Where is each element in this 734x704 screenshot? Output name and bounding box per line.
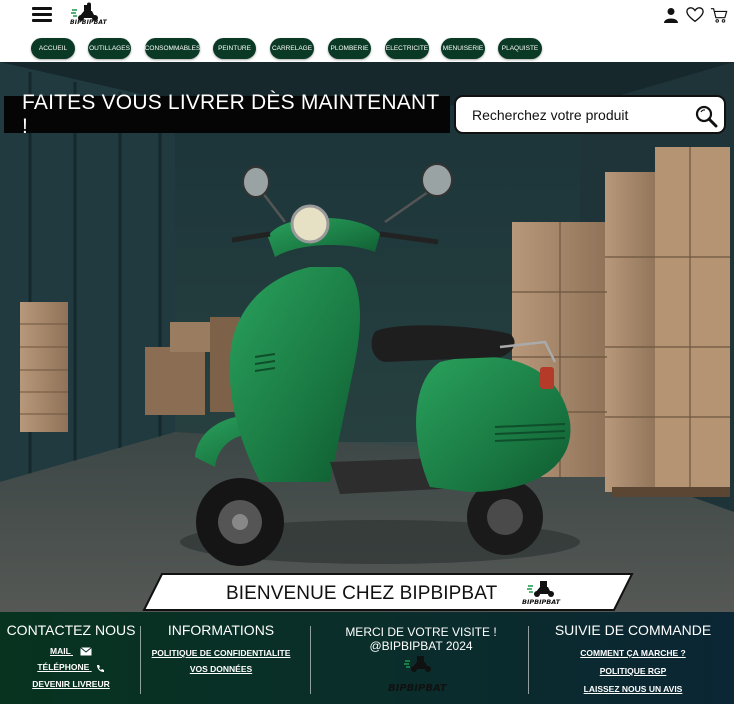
footer-informations: INFORMATIONS POLITIQUE DE CONFIDENTIALIT… [146, 622, 296, 674]
mail-icon [80, 647, 92, 656]
footer-link-avis[interactable]: LAISSEZ NOUS UN AVIS [534, 684, 732, 694]
footer-link-devenir-livreur[interactable]: DEVENIR LIVREUR [4, 679, 138, 689]
footer-message: MERCI DE VOTRE VISITE ! @BIPBIPBAT 2024 … [316, 625, 526, 694]
nav-pill-accueil[interactable]: ACCUEIL [31, 38, 75, 59]
header: BIPBIPBAT ACCUEIL OUTILLAGES CONSOMMABLE… [0, 0, 734, 62]
footer-contact: CONTACTEZ NOUS MAIL TÉLÉPHONE DEVENIR LI… [4, 622, 138, 689]
footer-link-mail[interactable]: MAIL [4, 646, 138, 656]
footer-divider [310, 626, 311, 694]
footer-divider [528, 626, 529, 694]
hamburger-icon[interactable] [32, 7, 52, 23]
footer-link-vos-donnees[interactable]: VOS DONNÉES [146, 664, 296, 674]
footer-logo-icon [404, 656, 431, 672]
header-icons [662, 6, 728, 24]
heart-icon[interactable] [686, 6, 704, 24]
footer-suivi: SUIVIE DE COMMANDE COMMENT ÇA MARCHE ? P… [534, 622, 732, 694]
nav-pill-consommables[interactable]: CONSOMMABLES [145, 38, 200, 59]
phone-icon [96, 664, 104, 672]
footer-divider [140, 626, 141, 694]
footer-thanks: MERCI DE VOTRE VISITE ! [345, 625, 497, 639]
footer-suivi-heading: SUIVIE DE COMMANDE [554, 622, 712, 638]
logo-text: BIPBIPBAT [70, 19, 107, 26]
cart-icon[interactable] [710, 6, 728, 24]
nav-pill-carrelage[interactable]: CARRELAGE [270, 38, 314, 59]
delivery-cta-banner: FAITES VOUS LIVRER DÈS MAINTENANT ! [4, 91, 450, 138]
user-icon[interactable] [662, 6, 680, 24]
footer-informations-heading: INFORMATIONS [167, 622, 275, 638]
welcome-text: BIENVENUE CHEZ BIPBIPBAT [226, 583, 498, 604]
warehouse-scooter-image [0, 62, 734, 612]
footer-copyright: @BIPBIPBAT 2024 [369, 639, 473, 653]
nav-pill-outillages[interactable]: OUTILLAGES [88, 38, 131, 59]
search-input[interactable] [472, 106, 682, 123]
footer-contact-heading: CONTACTEZ NOUS [6, 622, 136, 638]
footer: CONTACTEZ NOUS MAIL TÉLÉPHONE DEVENIR LI… [0, 612, 734, 704]
welcome-banner: BIENVENUE CHEZ BIPBIPBAT BIPBIPBAT [142, 573, 634, 611]
nav-pill-plaquiste[interactable]: PLAQUISTE [498, 38, 542, 59]
search-icon[interactable] [694, 104, 718, 128]
nav-pill-electricite[interactable]: ELECTRICITE [385, 38, 429, 59]
footer-link-comment-ca-marche[interactable]: COMMENT ÇA MARCHE ? [534, 648, 732, 658]
hero-banner: FAITES VOUS LIVRER DÈS MAINTENANT ! [0, 62, 734, 612]
footer-link-telephone[interactable]: TÉLÉPHONE [4, 662, 138, 672]
footer-link-politique-rgp[interactable]: POLITIQUE RGP [534, 666, 732, 676]
nav-pill-peinture[interactable]: PEINTURE [213, 38, 256, 59]
footer-logo-text: BIPBIPBAT [388, 683, 447, 694]
nav-pill-plomberie[interactable]: PLOMBERIE [328, 38, 371, 59]
search-bar[interactable] [454, 95, 726, 134]
footer-link-politique-confidentialite[interactable]: POLITIQUE DE CONFIDENTIALITE [146, 648, 296, 658]
welcome-logo-text: BIPBIPBAT [522, 598, 561, 606]
page: BIPBIPBAT ACCUEIL OUTILLAGES CONSOMMABLE… [0, 0, 734, 704]
nav-pill-menuiserie[interactable]: MENUISERIE [441, 38, 485, 59]
